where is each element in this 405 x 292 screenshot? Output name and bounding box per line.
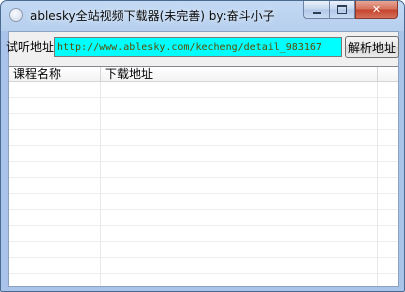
course-list[interactable]: 课程名称 下载地址 xyxy=(9,66,398,286)
column-divider xyxy=(100,82,101,286)
url-input[interactable] xyxy=(54,37,342,57)
maximize-icon xyxy=(337,5,347,14)
column-header-empty[interactable] xyxy=(378,67,398,81)
minimize-button[interactable] xyxy=(303,1,329,19)
column-header-course-name[interactable]: 课程名称 xyxy=(9,67,101,81)
column-divider xyxy=(377,82,378,286)
minimize-icon xyxy=(312,11,321,14)
client-area: 试听地址 解析地址 课程名称 下载地址 xyxy=(6,31,399,287)
list-body[interactable] xyxy=(9,82,398,286)
maximize-button[interactable] xyxy=(329,1,355,19)
window-title: ablesky全站视频下载器(未完善) by:奋斗小子 xyxy=(30,9,275,23)
close-icon: ✕ xyxy=(371,3,382,16)
close-button[interactable]: ✕ xyxy=(355,1,398,19)
caption-buttons: ✕ xyxy=(303,1,398,20)
app-window: ablesky全站视频下载器(未完善) by:奋斗小子 ✕ 试听地址 解析地址 … xyxy=(0,0,405,292)
url-label: 试听地址 xyxy=(6,40,55,54)
app-icon[interactable] xyxy=(9,8,23,22)
column-header-download-url[interactable]: 下载地址 xyxy=(101,67,378,81)
title-bar[interactable]: ablesky全站视频下载器(未完善) by:奋斗小子 ✕ xyxy=(1,1,404,31)
parse-url-button[interactable]: 解析地址 xyxy=(345,36,399,58)
list-header: 课程名称 下载地址 xyxy=(9,67,398,82)
